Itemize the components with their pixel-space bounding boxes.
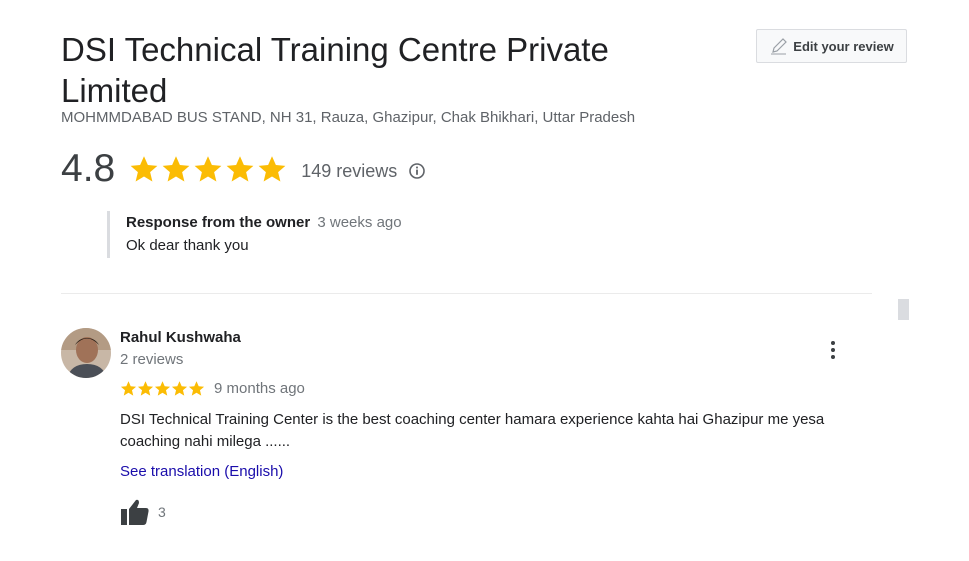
more-options-button[interactable] xyxy=(822,338,844,362)
reviewer-review-count: 2 reviews xyxy=(120,351,184,368)
review-rating: 9 months ago xyxy=(120,377,305,399)
info-icon[interactable] xyxy=(407,161,427,181)
place-title: DSI Technical Training Centre Private Li… xyxy=(61,31,609,109)
rating-value: 4.8 xyxy=(61,147,116,190)
reviews-count[interactable]: 149 reviews xyxy=(301,161,397,182)
star-icon xyxy=(171,380,188,396)
star-icon xyxy=(162,156,190,182)
thumbs-up-icon[interactable] xyxy=(120,498,150,526)
star-icon xyxy=(137,380,154,396)
divider xyxy=(61,293,872,294)
review-time: 9 months ago xyxy=(214,379,305,397)
pencil-icon xyxy=(769,36,789,56)
see-translation-link[interactable]: See translation (English) xyxy=(120,463,283,480)
star-icon xyxy=(226,156,254,182)
like-count: 3 xyxy=(158,504,166,520)
star-icon xyxy=(130,156,158,182)
owner-response-time: 3 weeks ago xyxy=(317,214,402,231)
owner-response-text: Ok dear thank you xyxy=(126,237,249,254)
place-address: MOHMMDABAD BUS STAND, NH 31, Rauza, Ghaz… xyxy=(61,109,636,126)
star-icon xyxy=(120,380,137,396)
star-icon xyxy=(258,156,286,182)
review-text: DSI Technical Training Center is the bes… xyxy=(120,411,825,450)
avatar[interactable] xyxy=(61,328,111,378)
rating-summary: 4.8 149 reviews xyxy=(61,146,427,192)
more-vert-icon xyxy=(831,341,835,359)
rating-stars xyxy=(129,154,287,184)
star-icon xyxy=(188,380,205,396)
owner-response: Response from the owner 3 weeks ago Ok d… xyxy=(107,211,507,258)
star-icon xyxy=(154,380,171,396)
reviewer-name[interactable]: Rahul Kushwaha xyxy=(120,329,241,346)
scrollbar-thumb[interactable] xyxy=(898,299,909,320)
edit-review-button[interactable]: Edit your review xyxy=(756,29,907,63)
owner-response-label: Response from the owner xyxy=(126,214,311,231)
star-icon xyxy=(194,156,222,182)
edit-review-label: Edit your review xyxy=(793,38,894,54)
like-row: 3 xyxy=(120,497,166,527)
review-stars xyxy=(120,380,205,397)
